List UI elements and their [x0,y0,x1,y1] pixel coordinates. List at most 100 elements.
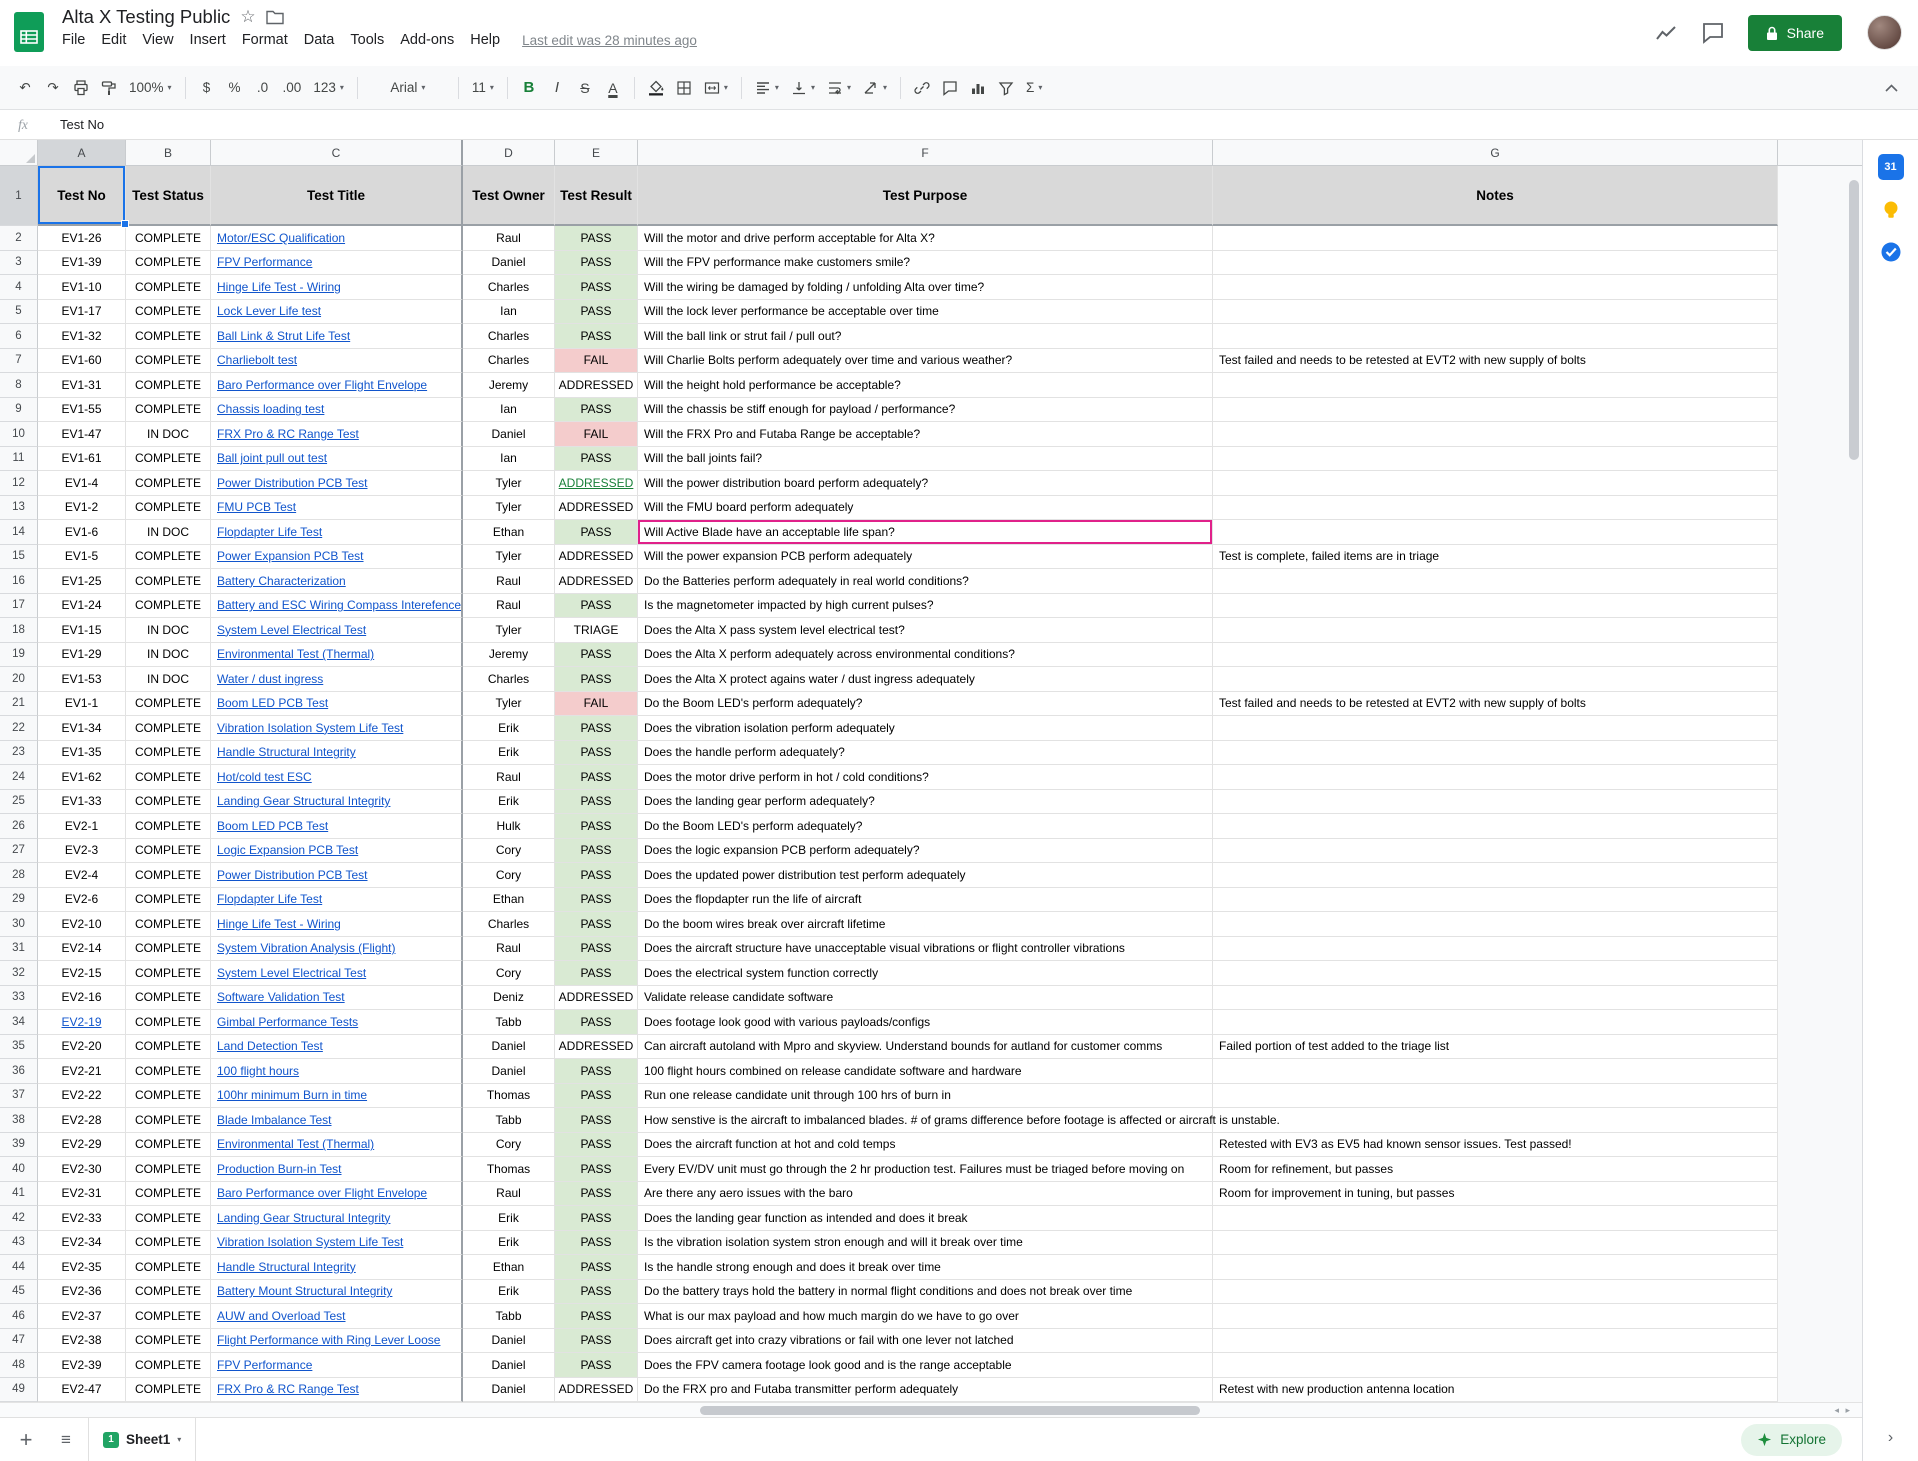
cell-A8[interactable]: EV1-31 [38,373,126,398]
cell-link-text[interactable]: Power Expansion PCB Test [217,549,364,563]
cell-G10[interactable] [1213,422,1778,447]
cell-link-text[interactable]: Environmental Test (Thermal) [217,1137,374,1151]
cell-D42[interactable]: Erik [463,1206,555,1231]
cell-B11[interactable]: COMPLETE [126,447,211,472]
cell-C23[interactable]: Handle Structural Integrity [211,741,463,766]
document-title[interactable]: Alta X Testing Public [62,6,230,28]
cell-A28[interactable]: EV2-4 [38,863,126,888]
cell-link-text[interactable]: Lock Lever Life test [217,304,321,318]
cell-E49[interactable]: ADDRESSED [555,1378,638,1403]
row-header-19[interactable]: 19 [0,643,38,668]
row-header-4[interactable]: 4 [0,275,38,300]
column-header-G[interactable]: G [1213,140,1778,166]
cell-G12[interactable] [1213,471,1778,496]
cell-D8[interactable]: Jeremy [463,373,555,398]
insert-link-button[interactable] [909,74,935,102]
cell-C46[interactable]: AUW and Overload Test [211,1304,463,1329]
menu-tools[interactable]: Tools [342,29,392,51]
cell-D11[interactable]: Ian [463,447,555,472]
cell-link-text[interactable]: System Vibration Analysis (Flight) [217,941,396,955]
cell-G20[interactable] [1213,667,1778,692]
cell-G45[interactable] [1213,1280,1778,1305]
cell-C40[interactable]: Production Burn-in Test [211,1157,463,1182]
cell-A33[interactable]: EV2-16 [38,986,126,1011]
cell-G22[interactable] [1213,716,1778,741]
cell-link-text[interactable]: Flopdapter Life Test [217,525,322,539]
cell-C16[interactable]: Battery Characterization [211,569,463,594]
cell-A40[interactable]: EV2-30 [38,1157,126,1182]
cell-C33[interactable]: Software Validation Test [211,986,463,1011]
cell-D7[interactable]: Charles [463,349,555,374]
cell-B31[interactable]: COMPLETE [126,937,211,962]
text-wrap-button[interactable]: ▾ [822,74,856,102]
increase-decimal-button[interactable]: .00 [278,74,307,102]
cell-G39[interactable]: Retested with EV3 as EV5 had known senso… [1213,1133,1778,1158]
cell-G4[interactable] [1213,275,1778,300]
cell-G8[interactable] [1213,373,1778,398]
functions-button[interactable]: Σ ▾ [1021,74,1047,102]
cell-E31[interactable]: PASS [555,937,638,962]
cell-G29[interactable] [1213,888,1778,913]
row-header-21[interactable]: 21 [0,692,38,717]
header-cell-F1[interactable]: Test Purpose [638,166,1213,226]
cell-C4[interactable]: Hinge Life Test - Wiring [211,275,463,300]
cell-C18[interactable]: System Level Electrical Test [211,618,463,643]
cell-G34[interactable] [1213,1010,1778,1035]
strikethrough-button[interactable]: S [572,74,598,102]
cell-E33[interactable]: ADDRESSED [555,986,638,1011]
merge-cells-button[interactable]: ▾ [699,74,733,102]
cell-C2[interactable]: Motor/ESC Qualification [211,226,463,251]
cell-C44[interactable]: Handle Structural Integrity [211,1255,463,1280]
row-header-45[interactable]: 45 [0,1280,38,1305]
cell-C11[interactable]: Ball joint pull out test [211,447,463,472]
add-sheet-button[interactable]: + [8,1422,44,1458]
cell-A14[interactable]: EV1-6 [38,520,126,545]
cell-C32[interactable]: System Level Electrical Test [211,961,463,986]
cell-C22[interactable]: Vibration Isolation System Life Test [211,716,463,741]
keep-icon[interactable] [1879,198,1903,222]
cell-D48[interactable]: Daniel [463,1353,555,1378]
row-header-31[interactable]: 31 [0,937,38,962]
cell-link-text[interactable]: Power Distribution PCB Test [217,476,368,490]
cell-F26[interactable]: Do the Boom LED's perform adequately? [638,814,1213,839]
cell-link-text[interactable]: Flopdapter Life Test [217,892,322,906]
cell-G5[interactable] [1213,300,1778,325]
cell-F29[interactable]: Does the flopdapter run the life of airc… [638,888,1213,913]
cell-link-text[interactable]: Environmental Test (Thermal) [217,647,374,661]
share-button[interactable]: Share [1748,15,1842,51]
cell-E13[interactable]: ADDRESSED [555,496,638,521]
cell-B16[interactable]: COMPLETE [126,569,211,594]
cell-E27[interactable]: PASS [555,839,638,864]
cell-E26[interactable]: PASS [555,814,638,839]
cell-B25[interactable]: COMPLETE [126,790,211,815]
cell-link-text[interactable]: EV2-19 [61,1015,101,1029]
cell-C41[interactable]: Baro Performance over Flight Envelope [211,1182,463,1207]
menu-format[interactable]: Format [234,29,296,51]
row-header-40[interactable]: 40 [0,1157,38,1182]
cell-B40[interactable]: COMPLETE [126,1157,211,1182]
row-header-32[interactable]: 32 [0,961,38,986]
cell-G30[interactable] [1213,912,1778,937]
header-cell-B1[interactable]: Test Status [126,166,211,226]
select-all-corner[interactable] [0,140,38,166]
cell-C6[interactable]: Ball Link & Strut Life Test [211,324,463,349]
cell-link-text[interactable]: AUW and Overload Test [217,1309,346,1323]
cell-C9[interactable]: Chassis loading test [211,398,463,423]
cell-A4[interactable]: EV1-10 [38,275,126,300]
cell-D2[interactable]: Raul [463,226,555,251]
decrease-decimal-button[interactable]: .0 [250,74,276,102]
cell-C19[interactable]: Environmental Test (Thermal) [211,643,463,668]
cell-E17[interactable]: PASS [555,594,638,619]
cell-link-text[interactable]: Baro Performance over Flight Envelope [217,378,427,392]
cell-A41[interactable]: EV2-31 [38,1182,126,1207]
cell-D12[interactable]: Tyler [463,471,555,496]
cell-F30[interactable]: Do the boom wires break over aircraft li… [638,912,1213,937]
cell-E20[interactable]: PASS [555,667,638,692]
row-header-35[interactable]: 35 [0,1035,38,1060]
paint-format-button[interactable] [96,74,122,102]
text-rotation-button[interactable]: ▾ [858,74,892,102]
cell-B21[interactable]: COMPLETE [126,692,211,717]
cell-G27[interactable] [1213,839,1778,864]
cell-E21[interactable]: FAIL [555,692,638,717]
cell-F4[interactable]: Will the wiring be damaged by folding / … [638,275,1213,300]
